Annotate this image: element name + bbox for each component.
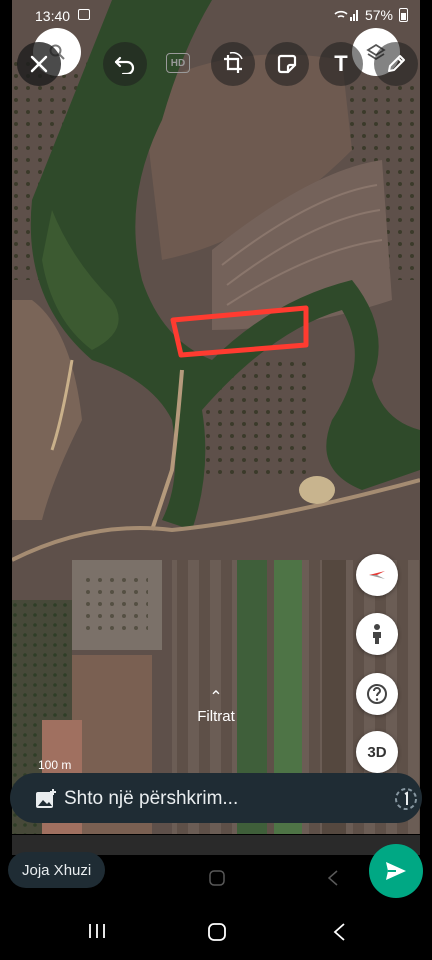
hd-quality-toggle[interactable]: HD bbox=[166, 53, 190, 73]
ghost-back-icon bbox=[327, 870, 339, 891]
home-icon[interactable] bbox=[207, 922, 227, 942]
sticker-button[interactable] bbox=[265, 42, 309, 86]
close-button-overlay[interactable] bbox=[17, 42, 61, 86]
draw-icon bbox=[388, 55, 405, 72]
compass-icon bbox=[369, 571, 385, 579]
view-once-icon[interactable] bbox=[393, 786, 419, 812]
battery-percent: 57% bbox=[364, 7, 393, 23]
filters-toggle[interactable]: ⌃ Filtrat bbox=[190, 689, 242, 726]
filters-label: Filtrat bbox=[197, 708, 235, 725]
compass-button[interactable] bbox=[356, 554, 398, 596]
3d-toggle-button[interactable]: 3D bbox=[356, 731, 398, 773]
wifi-signal-icon bbox=[334, 10, 358, 21]
back-icon[interactable] bbox=[332, 922, 346, 942]
crop-rotate-button[interactable] bbox=[211, 42, 255, 86]
undo-button[interactable] bbox=[103, 42, 147, 86]
sticker-icon bbox=[277, 54, 297, 74]
undo-icon bbox=[114, 56, 135, 74]
gallery-add-icon[interactable] bbox=[35, 789, 57, 809]
send-icon bbox=[386, 862, 406, 880]
chevron-up-icon: ⌃ bbox=[209, 689, 223, 706]
system-nav-bar bbox=[0, 905, 432, 960]
status-time: 13:40 bbox=[35, 8, 71, 24]
caption-input[interactable]: Shto një përshkrim... bbox=[10, 773, 422, 823]
battery-icon bbox=[399, 8, 408, 22]
ghost-home-icon bbox=[209, 870, 225, 891]
crop-rotate-icon bbox=[224, 52, 243, 73]
recents-icon[interactable] bbox=[88, 922, 106, 940]
status-bar: 13:40 57% bbox=[0, 0, 432, 34]
help-icon bbox=[367, 684, 387, 704]
draw-button[interactable] bbox=[374, 42, 418, 86]
pegman-icon bbox=[373, 624, 381, 644]
status-right: 57% bbox=[333, 7, 408, 23]
text-tool-button[interactable]: T bbox=[319, 42, 363, 86]
caption-placeholder: Shto një përshkrim... bbox=[64, 788, 239, 809]
gallery-notification-icon bbox=[78, 9, 90, 20]
recipient-chip[interactable]: Joja Xhuzi bbox=[8, 852, 106, 888]
street-view-button[interactable] bbox=[356, 613, 398, 655]
send-button[interactable] bbox=[369, 844, 423, 898]
3d-label: 3D bbox=[367, 743, 387, 761]
help-button[interactable] bbox=[356, 673, 398, 715]
map-scale: 100 m bbox=[38, 758, 72, 772]
close-icon bbox=[30, 55, 48, 73]
text-icon: T bbox=[334, 51, 348, 76]
